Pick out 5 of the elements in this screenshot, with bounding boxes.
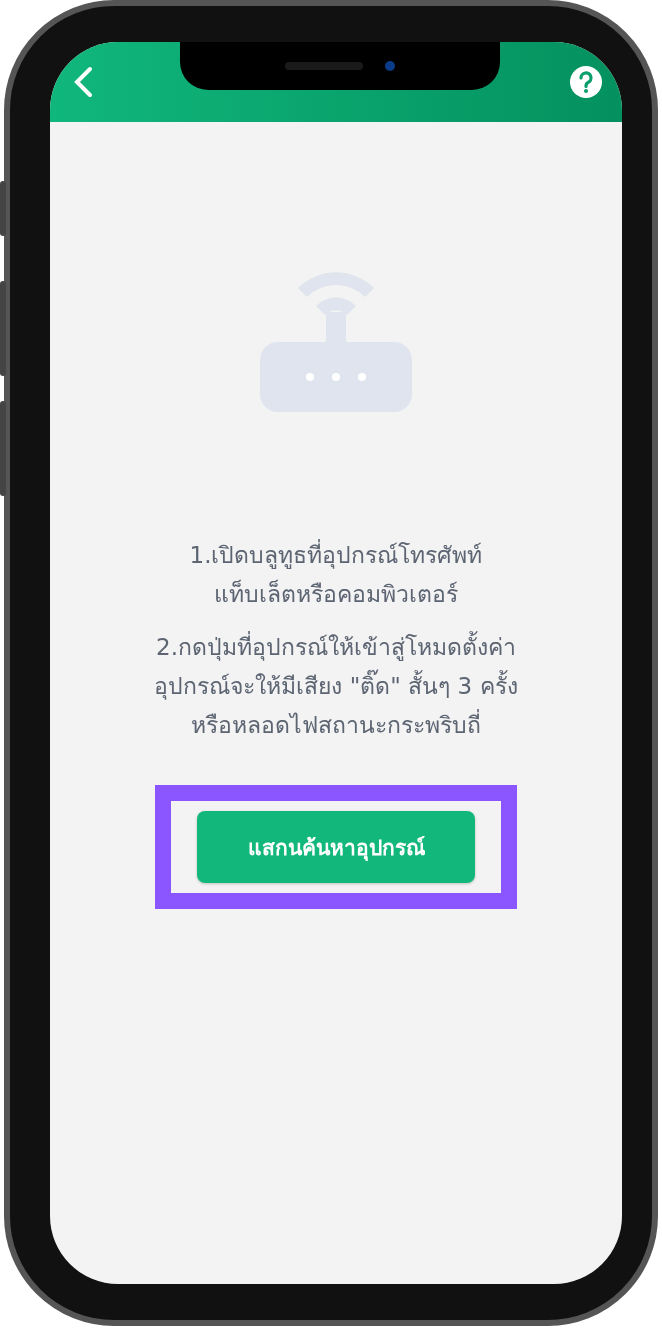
instruction-text: 2.กดปุ่มที่อุปกรณ์ให้เข้าสู่โหมดตั้งค่า อุปกรณ์จะให้มีเสียง "ติ๊ด" สั้นๆ 3 ครั้ง หรือหลอดไฟสถานะกระพริบถี่ xyxy=(154,628,518,745)
back-icon[interactable] xyxy=(72,66,94,98)
instruction-text: 1.เปิดบลูทูธที่อุปกรณ์โทรศัพท์ แท็บเล็ตหรือคอมพิวเตอร์ xyxy=(189,536,483,614)
help-icon[interactable] xyxy=(570,66,602,98)
scan-button[interactable]: แสกนค้นหาอุปกรณ์ xyxy=(197,811,475,883)
